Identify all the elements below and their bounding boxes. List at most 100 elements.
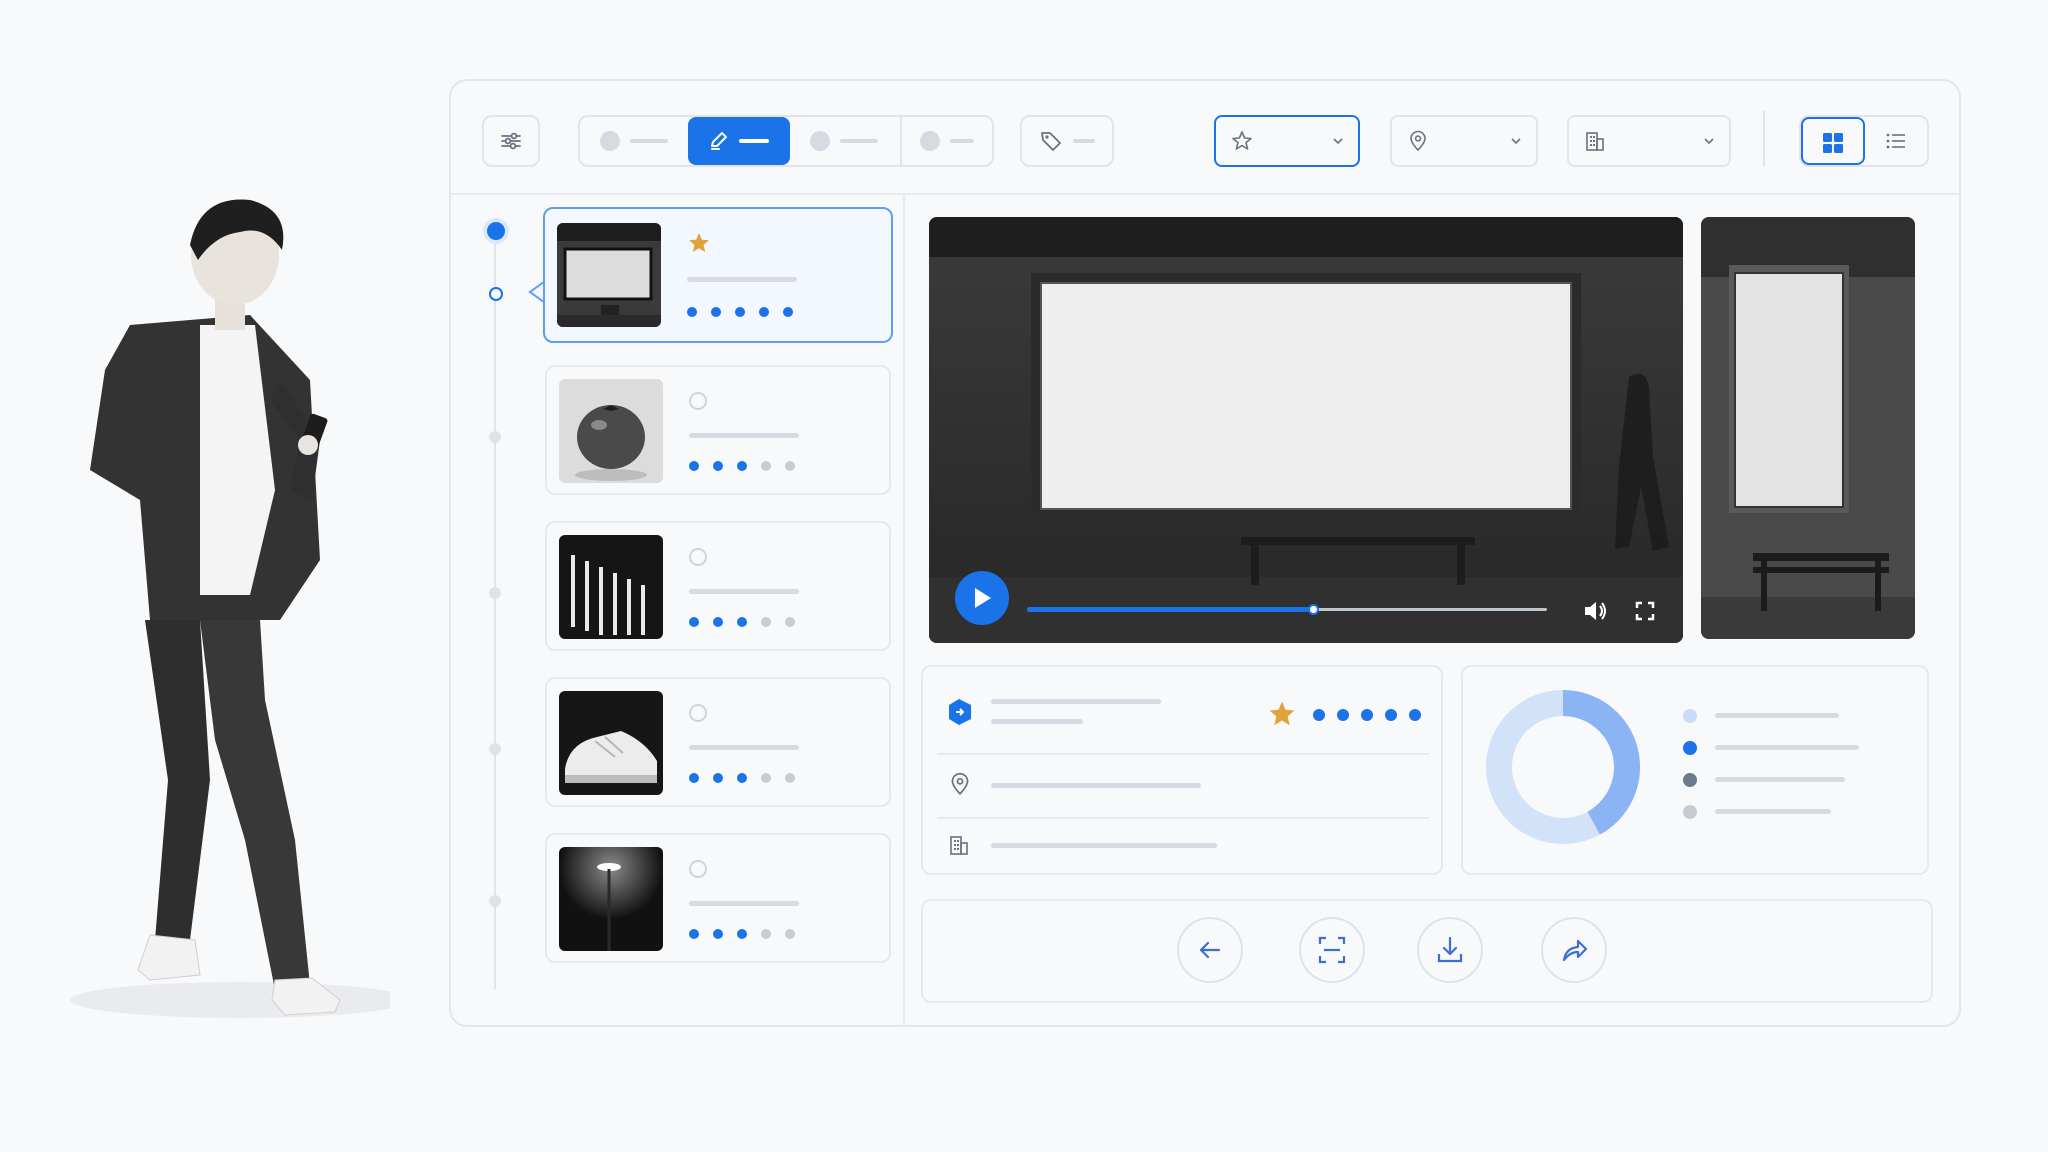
play-button[interactable]: [955, 571, 1009, 625]
tag-filter-button[interactable]: [1020, 115, 1114, 167]
view-toggle: [1799, 115, 1929, 167]
rating-dropdown[interactable]: [1214, 115, 1360, 167]
timeline-dot: [489, 743, 501, 755]
building-icon: [950, 836, 968, 855]
divider: [937, 817, 1429, 819]
scan-button[interactable]: [1299, 917, 1365, 983]
thumbnail-sneaker: [559, 691, 663, 795]
filter-button[interactable]: [482, 115, 540, 167]
map-pin-icon: [1410, 130, 1426, 152]
list-icon: [1886, 133, 1905, 149]
video-player[interactable]: [929, 217, 1683, 643]
list-item[interactable]: [545, 677, 891, 807]
timeline-line: [494, 229, 496, 989]
progress-thumb[interactable]: [1308, 604, 1319, 615]
tag-icon: [1041, 132, 1061, 151]
dot-icon: [810, 131, 830, 151]
progress-track[interactable]: [1027, 604, 1547, 615]
grid-icon: [1823, 133, 1843, 153]
title-placeholder: [689, 901, 799, 906]
list-item[interactable]: [543, 207, 893, 343]
scan-icon: [1318, 936, 1346, 964]
title-placeholder: [689, 745, 799, 750]
main-panel: [449, 79, 1961, 1027]
timeline-dot: [489, 431, 501, 443]
mode-segmented-control: [578, 115, 994, 167]
play-icon: [975, 588, 991, 608]
mode-option-1[interactable]: [580, 117, 688, 165]
building-placeholder: [991, 843, 1217, 848]
title-placeholder: [991, 699, 1161, 704]
star-filled-icon[interactable]: [687, 231, 711, 255]
rating-dots: [689, 617, 795, 627]
divider: [937, 753, 1429, 755]
mode-option-edit[interactable]: [688, 117, 790, 165]
subtitle-placeholder: [991, 719, 1083, 724]
timeline-dot: [489, 287, 503, 301]
thumbnail-street-lamp: [559, 847, 663, 951]
legend-label-placeholder: [1715, 809, 1831, 814]
action-bar: [921, 899, 1933, 1003]
chart-card: [1461, 665, 1929, 875]
download-icon: [1437, 936, 1463, 963]
fullscreen-icon[interactable]: [1633, 599, 1657, 623]
volume-icon[interactable]: [1581, 597, 1609, 625]
legend-label-placeholder: [1715, 713, 1839, 718]
list-item[interactable]: [545, 521, 891, 651]
dot-icon: [600, 131, 620, 151]
thumbnail-billboard: [557, 223, 661, 327]
dot-icon: [920, 131, 940, 151]
back-button[interactable]: [1177, 917, 1243, 983]
list-item[interactable]: [545, 833, 891, 963]
location-dropdown[interactable]: [1390, 115, 1538, 167]
legend-dot: [1683, 773, 1697, 787]
location-placeholder: [991, 783, 1201, 788]
person-illustration: [70, 199, 390, 1018]
rating-dots: [1313, 709, 1421, 721]
radio-button[interactable]: [689, 548, 707, 566]
list-view-button[interactable]: [1865, 117, 1927, 165]
timeline-dot: [489, 587, 501, 599]
title-placeholder: [687, 277, 797, 282]
sliders-icon: [501, 132, 521, 150]
building-dropdown[interactable]: [1567, 115, 1731, 167]
mode-option-4[interactable]: [902, 117, 992, 165]
video-frame: [929, 217, 1683, 643]
map-pin-icon: [951, 772, 969, 795]
rating-dots: [689, 461, 795, 471]
toolbar: [451, 81, 1959, 195]
rating-dots: [687, 307, 793, 317]
star-icon: [1232, 131, 1252, 150]
radio-button[interactable]: [689, 392, 707, 410]
pencil-icon: [711, 132, 727, 150]
thumbnail-stripes: [559, 535, 663, 639]
legend-dot: [1683, 741, 1697, 755]
chevron-down-icon: [1333, 138, 1343, 145]
mode-option-3[interactable]: [790, 117, 898, 165]
radio-button[interactable]: [689, 704, 707, 722]
progress-fill: [1027, 607, 1313, 612]
legend-label-placeholder: [1715, 745, 1859, 750]
grid-view-button[interactable]: [1801, 117, 1865, 165]
donut-chart: [1486, 690, 1640, 844]
timeline-dot-active: [487, 222, 505, 240]
chevron-down-icon: [1511, 138, 1521, 145]
share-icon: [1562, 939, 1588, 962]
download-button[interactable]: [1417, 917, 1483, 983]
building-icon: [1586, 132, 1604, 151]
star-filled-icon: [1269, 701, 1295, 726]
rating-dots: [689, 773, 795, 783]
legend-dot: [1683, 805, 1697, 819]
thumbnail-tomato: [559, 379, 663, 483]
side-preview-image[interactable]: [1701, 217, 1915, 639]
radio-button[interactable]: [689, 860, 707, 878]
list-item[interactable]: [545, 365, 891, 495]
legend-dot: [1683, 709, 1697, 723]
details-card: [921, 665, 1443, 875]
share-button[interactable]: [1541, 917, 1607, 983]
legend-label-placeholder: [1715, 777, 1845, 782]
title-placeholder: [689, 589, 799, 594]
timeline-dot: [489, 895, 501, 907]
rating-dots: [689, 929, 795, 939]
title-placeholder: [689, 433, 799, 438]
